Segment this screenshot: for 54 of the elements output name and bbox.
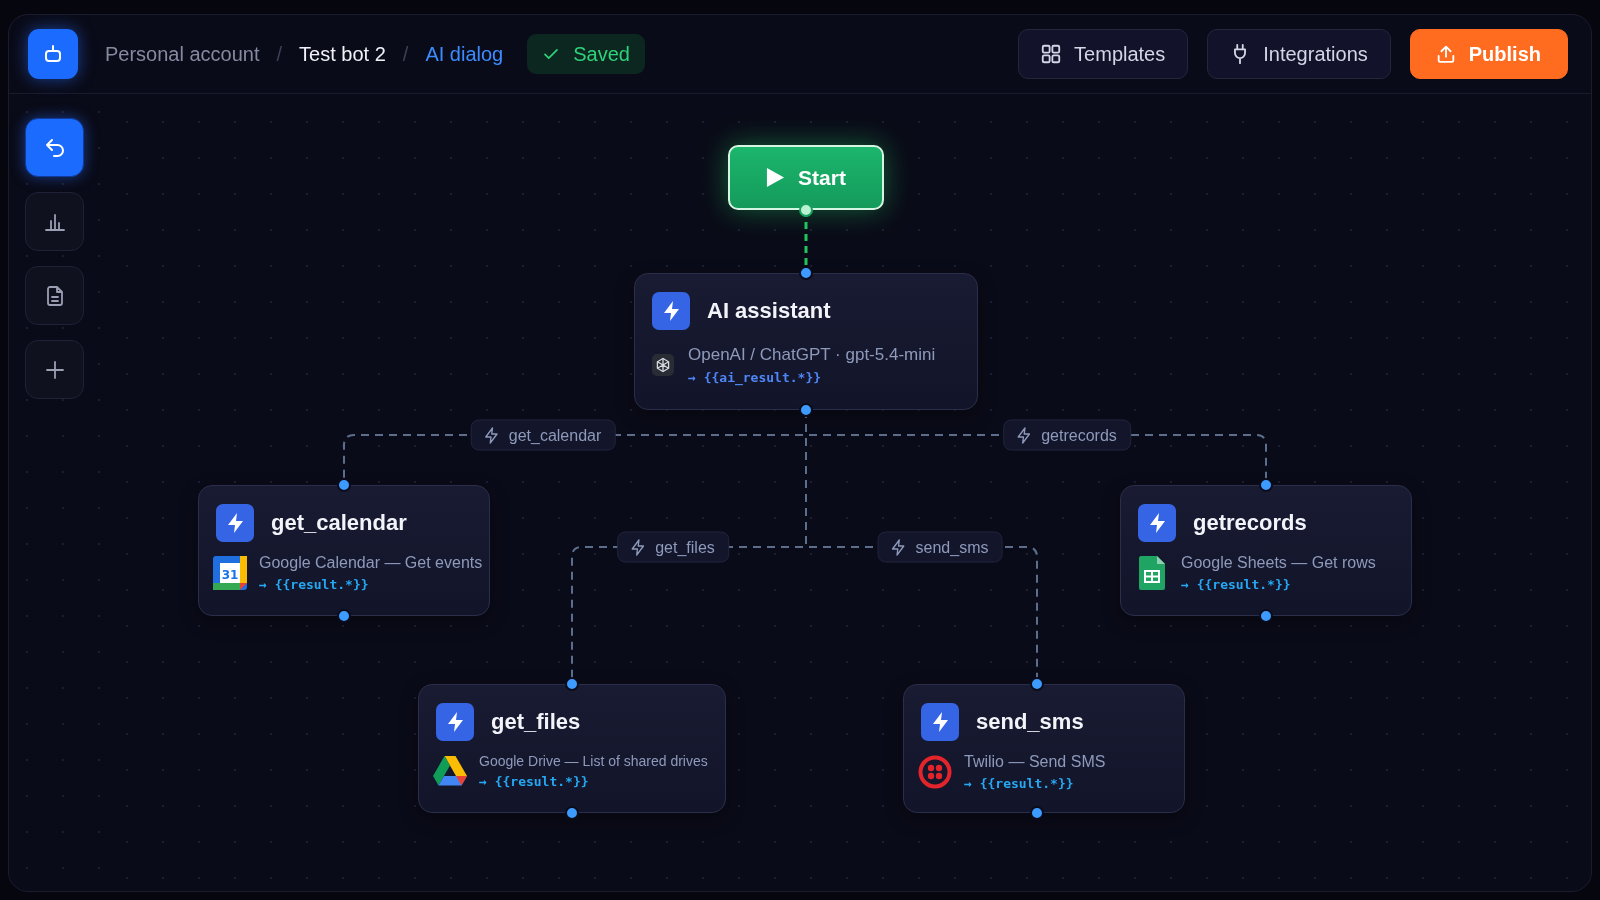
node-description: Google Drive — List of shared drives <box>479 753 708 770</box>
port-handle-icon[interactable] <box>799 266 813 280</box>
save-status-text: Saved <box>573 42 630 66</box>
edge-label-text: getrecords <box>1041 426 1117 444</box>
output-variable: → {{result.*}} <box>964 776 1075 792</box>
lightning-icon <box>921 703 959 741</box>
port-handle-icon[interactable] <box>565 806 579 820</box>
output-variable: → {{result.*}} <box>1181 577 1292 593</box>
home-button[interactable] <box>28 29 78 79</box>
node-description: Twilio — Send SMS <box>964 753 1106 772</box>
breadcrumb-separator: / <box>402 42 409 66</box>
node-title: get_files <box>491 709 581 735</box>
node-description: Google Calendar — Get events <box>259 554 483 573</box>
node-title: send_sms <box>976 709 1084 735</box>
hexagon-knot-icon <box>652 354 674 377</box>
grid-icon <box>1040 43 1063 65</box>
edge-label-text: get_files <box>655 538 715 556</box>
edge-label-text: send_sms <box>915 538 989 556</box>
output-variable: → {{result.*}} <box>259 577 370 593</box>
node-description: OpenAI / ChatGPT · gpt-5.4-mini <box>688 345 936 365</box>
port-handle-icon[interactable] <box>799 403 813 417</box>
calendar-icon: 31 <box>213 556 247 591</box>
edge-label-text: get_calendar <box>508 426 602 444</box>
lightning-icon <box>652 292 690 330</box>
port-handle-icon[interactable] <box>1259 478 1273 492</box>
integrations-button[interactable]: Integrations <box>1207 29 1391 79</box>
port-handle-icon[interactable] <box>565 677 579 691</box>
breadcrumb-link[interactable]: Personal account <box>105 42 260 66</box>
output-variable: → {{result.*}} <box>479 774 590 790</box>
port-handle-icon[interactable] <box>1030 806 1044 820</box>
node-title: get_calendar <box>271 510 407 536</box>
lightning-icon <box>436 703 474 741</box>
port-handle-icon[interactable] <box>337 609 351 623</box>
port-handle-icon[interactable] <box>1030 677 1044 691</box>
start-node-title: Start <box>798 165 846 190</box>
undo-button[interactable] <box>25 118 84 177</box>
port-handle-icon[interactable] <box>799 203 813 217</box>
four-dot-circle-icon <box>918 755 952 790</box>
breadcrumb-separator: / <box>276 42 283 66</box>
node-description: Google Sheets — Get rows <box>1181 554 1376 573</box>
port-handle-icon[interactable] <box>337 478 351 492</box>
node-title: getrecords <box>1193 510 1307 536</box>
triangle-logo-icon <box>433 754 467 789</box>
breadcrumb-link[interactable]: Test bot 2 <box>299 42 386 66</box>
play-icon <box>766 167 786 188</box>
output-variable: → {{ai_result.*}} <box>688 369 823 386</box>
port-handle-icon[interactable] <box>1259 609 1273 623</box>
lightning-icon <box>1138 504 1176 542</box>
breadcrumb-current: AI dialog <box>425 42 504 66</box>
document-button[interactable] <box>25 266 84 325</box>
node-title: AI assistant <box>707 298 831 324</box>
lightning-icon <box>216 504 254 542</box>
analytics-button[interactable] <box>25 192 84 251</box>
templates-button[interactable]: Templates <box>1018 29 1189 79</box>
